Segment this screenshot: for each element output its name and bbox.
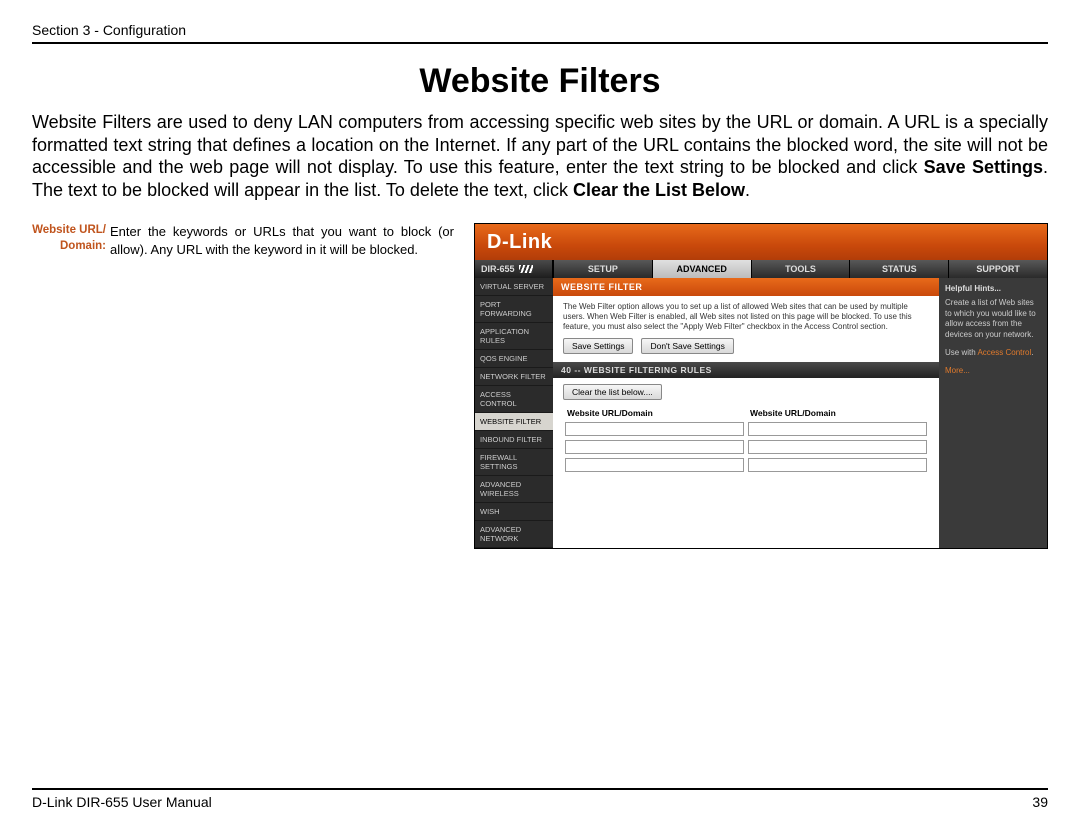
url-input-1a[interactable] <box>565 422 744 436</box>
url-input-1b[interactable] <box>748 422 927 436</box>
save-settings-button[interactable]: Save Settings <box>563 338 633 354</box>
sidebar-item-virtual-server[interactable]: VIRTUAL SERVER <box>475 278 553 296</box>
sidebar-item-network-filter[interactable]: NETWORK FILTER <box>475 368 553 386</box>
rules-title: 40 -- WEBSITE FILTERING RULES <box>553 362 939 378</box>
hints-body-2a: Use with <box>945 348 977 357</box>
sidebar-item-advanced-wireless[interactable]: ADVANCED WIRELESS <box>475 476 553 503</box>
access-control-link[interactable]: Access Control <box>977 348 1031 357</box>
hints-body-2: Use with Access Control. <box>945 348 1041 358</box>
dlink-logo: D-Link <box>487 231 552 254</box>
definition: Website URL/ Domain: Enter the keywords … <box>32 223 454 549</box>
definition-term: Website URL/ Domain: <box>32 223 110 549</box>
footer-right: 39 <box>1032 794 1048 810</box>
main-panel: WEBSITE FILTER The Web Filter option all… <box>553 278 939 548</box>
hints-body-1: Create a list of Web sites to which you … <box>945 298 1041 340</box>
tab-support[interactable]: SUPPORT <box>948 260 1047 278</box>
sidebar-item-qos-engine[interactable]: QOS ENGINE <box>475 350 553 368</box>
filter-table: Website URL/Domain Website URL/Domain <box>563 406 929 474</box>
panel-desc: The Web Filter option allows you to set … <box>553 296 939 338</box>
sidebar-item-website-filter[interactable]: WEBSITE FILTER <box>475 413 553 431</box>
footer: D-Link DIR-655 User Manual 39 <box>32 788 1048 810</box>
sidebar-item-port-forwarding[interactable]: PORT FORWARDING <box>475 296 553 323</box>
url-input-3a[interactable] <box>565 458 744 472</box>
tab-row: DIR-655 SETUP ADVANCED TOOLS STATUS SUPP… <box>475 260 1047 278</box>
url-input-3b[interactable] <box>748 458 927 472</box>
definition-desc: Enter the keywords or URLs that you want… <box>110 223 454 549</box>
hints-panel: Helpful Hints... Create a list of Web si… <box>939 278 1047 548</box>
more-link[interactable]: More... <box>945 366 970 375</box>
intro-text-1: Website Filters are used to deny LAN com… <box>32 112 1048 177</box>
tab-tools[interactable]: TOOLS <box>751 260 850 278</box>
stripes-icon <box>519 265 533 273</box>
dont-save-settings-button[interactable]: Don't Save Settings <box>641 338 733 354</box>
footer-left: D-Link DIR-655 User Manual <box>32 794 212 810</box>
intro-paragraph: Website Filters are used to deny LAN com… <box>32 111 1048 201</box>
tab-setup[interactable]: SETUP <box>553 260 652 278</box>
hints-title: Helpful Hints... <box>945 284 1041 294</box>
section-header: Section 3 - Configuration <box>32 22 1048 44</box>
sidebar-item-application-rules[interactable]: APPLICATION RULES <box>475 323 553 350</box>
url-input-2b[interactable] <box>748 440 927 454</box>
sidebar-item-inbound-filter[interactable]: INBOUND FILTER <box>475 431 553 449</box>
bold-save: Save Settings <box>924 157 1043 177</box>
bold-clear: Clear the List Below <box>573 180 745 200</box>
page-title: Website Filters <box>32 62 1048 101</box>
tab-advanced[interactable]: ADVANCED <box>652 260 751 278</box>
sidebar: VIRTUAL SERVER PORT FORWARDING APPLICATI… <box>475 278 553 548</box>
panel-title: WEBSITE FILTER <box>553 278 939 296</box>
url-input-2a[interactable] <box>565 440 744 454</box>
sidebar-item-access-control[interactable]: ACCESS CONTROL <box>475 386 553 413</box>
model-label: DIR-655 <box>475 260 553 278</box>
col-header-1: Website URL/Domain <box>563 406 746 420</box>
model-text: DIR-655 <box>481 264 515 274</box>
sidebar-item-wish[interactable]: WISH <box>475 503 553 521</box>
clear-list-button[interactable]: Clear the list below.... <box>563 384 662 400</box>
intro-text-3: . <box>745 180 750 200</box>
router-screenshot: D-Link DIR-655 SETUP ADVANCED TOOLS STAT… <box>474 223 1048 549</box>
tab-status[interactable]: STATUS <box>849 260 948 278</box>
col-header-2: Website URL/Domain <box>746 406 929 420</box>
sidebar-item-firewall-settings[interactable]: FIREWALL SETTINGS <box>475 449 553 476</box>
banner: D-Link <box>475 224 1047 260</box>
sidebar-item-advanced-network[interactable]: ADVANCED NETWORK <box>475 521 553 548</box>
